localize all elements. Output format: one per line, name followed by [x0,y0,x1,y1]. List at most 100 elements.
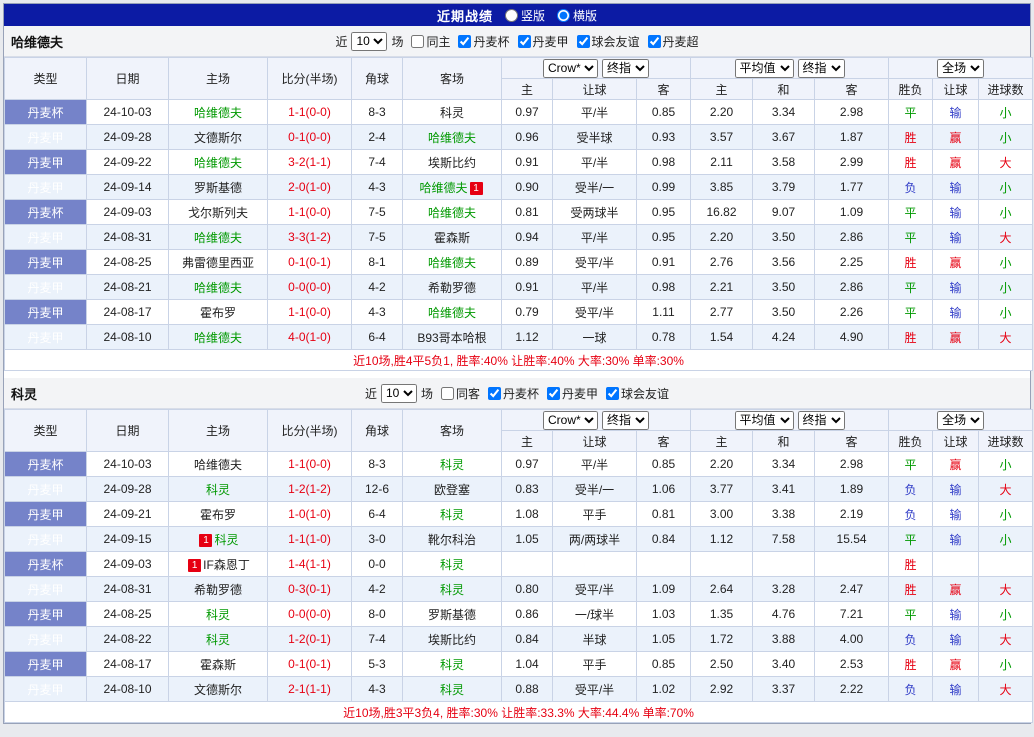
away-team: 靴尔科治 [402,526,502,552]
avg-odds-draw: 3.56 [752,249,816,275]
odds-company-select[interactable]: Crow* [543,58,598,78]
away-team-name: 科灵 [439,557,464,572]
away-team: 哈维德夫 1 [402,174,502,200]
avg-odds-away: 4.90 [814,324,890,350]
league-checkbox[interactable] [547,386,561,400]
result-goals: 大 [978,626,1034,652]
home-team-name: 哈维德夫 [193,457,242,472]
fulltime-select[interactable]: 全场 [937,58,985,78]
same-side-checkbox[interactable] [411,34,425,48]
league-filter[interactable]: 丹麦杯 [488,385,539,402]
col-header-result-handicap: 让球 [932,430,980,452]
layout-option-vertical[interactable]: 竖版 [504,7,545,24]
league-filter[interactable]: 球会友谊 [576,33,640,50]
league-type: 丹麦甲 [4,274,87,300]
col-header-away: 客场 [402,57,502,100]
league-checkbox[interactable] [647,34,661,48]
handicap-line: 受半/一 [552,174,637,200]
handicap-odds-away: 1.09 [635,576,692,602]
same-side-checkbox[interactable] [440,386,454,400]
avg-odds-draw: 3.88 [752,626,816,652]
avg-odds-home: 2.21 [690,274,754,300]
home-team: 哈维德夫 [168,224,268,250]
league-filter[interactable]: 球会友谊 [606,385,669,402]
col-header-result: 胜负 [888,78,934,100]
league-type: 丹麦甲 [4,124,87,150]
handicap-odds-home: 0.89 [501,249,553,275]
handicap-odds-away: 0.98 [635,149,692,175]
avg-odds-away: 2.25 [814,249,890,275]
handicap-odds-home: 1.04 [501,651,553,677]
avg-odds-away: 2.26 [814,299,890,325]
average-select[interactable]: 平均值 [734,58,794,78]
layout-option-horizontal[interactable]: 横版 [557,7,597,24]
odds-final-select[interactable]: 终指 [602,58,649,78]
result-handicap: 输 [932,626,980,652]
home-team-name: 科灵 [205,482,230,497]
corner-count: 0-0 [351,551,403,577]
avg-odds-home: 3.00 [690,501,754,527]
league-checkbox[interactable] [488,386,501,400]
odds-company-select[interactable]: Crow* [543,410,598,430]
fulltime-select[interactable]: 全场 [937,410,985,430]
avg-odds-home: 3.57 [690,124,754,150]
match-score: 0-3(0-1) [267,576,352,602]
away-team: 科灵 [402,576,502,602]
same-side-filter[interactable]: 同客 [440,385,480,402]
match-date: 24-10-03 [86,99,169,125]
near-label: 近 [335,34,348,49]
match-row: 丹麦杯 24-09-03 1 IF森恩丁 1-4(1-1) 0-0 科灵胜 [4,551,1034,577]
handicap-line: 受平/半 [552,299,637,325]
match-count-select[interactable]: 10 [351,31,388,51]
match-score: 1-0(1-0) [267,501,352,527]
league-checkbox[interactable] [458,34,472,48]
same-side-filter[interactable]: 同主 [411,33,450,50]
avg-odds-home: 1.12 [690,526,754,552]
odds-final-select[interactable]: 终指 [602,410,649,430]
avg-odds-away: 7.21 [814,601,890,627]
result-outcome: 负 [888,501,934,527]
avg-odds-draw: 3.28 [752,576,816,602]
average-final-select[interactable]: 终指 [797,410,845,430]
home-team-name: 弗雷德里西亚 [181,255,254,270]
page-title: 近期战绩 [436,8,493,24]
home-team: 霍布罗 [168,501,268,527]
league-checkbox[interactable] [606,386,620,400]
corner-count: 2-4 [351,124,403,150]
corner-count: 5-3 [351,651,403,677]
team-section-kolding: 科灵 近 10 场 同客 丹麦杯 丹麦甲 球会友谊 类型 日期 主场 比分(半场… [3,378,1034,723]
league-filter[interactable]: 丹麦甲 [517,33,569,50]
corner-count: 6-4 [351,324,403,350]
away-team-name: 欧登塞 [433,482,470,497]
match-date: 24-08-21 [86,274,169,300]
home-team-name: 哈维德夫 [193,230,242,245]
vertical-layout-radio[interactable] [504,8,518,22]
record-summary: 近10场,胜4平5负1, 胜率:40% 让胜率:40% 大率:30% 单率:30… [3,349,1034,371]
home-team: 霍森斯 [168,651,268,677]
match-date: 24-08-31 [86,576,169,602]
average-select[interactable]: 平均值 [734,410,794,430]
away-team: 科灵 [402,676,502,702]
average-odds-group: 平均值 终指 [690,409,890,431]
league-type: 丹麦杯 [4,451,87,477]
result-outcome: 平 [888,299,934,325]
average-final-select[interactable]: 终指 [797,58,845,78]
away-team: 哈维德夫 [402,124,502,150]
avg-odds-draw: 9.07 [752,199,816,225]
corner-count: 7-5 [351,199,403,225]
col-header-score: 比分(半场) [267,57,352,100]
league-filter[interactable]: 丹麦超 [647,33,699,50]
avg-odds-away: 2.47 [814,576,890,602]
league-filter[interactable]: 丹麦杯 [458,33,510,50]
match-count-select[interactable]: 10 [380,383,417,403]
league-checkbox[interactable] [517,34,531,48]
match-date: 24-08-25 [86,249,169,275]
avg-odds-draw: 4.24 [752,324,816,350]
horizontal-layout-radio[interactable] [557,8,570,22]
result-handicap: 赢 [932,324,980,350]
games-label: 场 [420,386,433,401]
handicap-odds-group: Crow* 终指 [500,409,692,431]
league-checkbox[interactable] [576,34,590,48]
corner-count: 8-3 [351,451,403,477]
league-filter[interactable]: 丹麦甲 [547,385,598,402]
